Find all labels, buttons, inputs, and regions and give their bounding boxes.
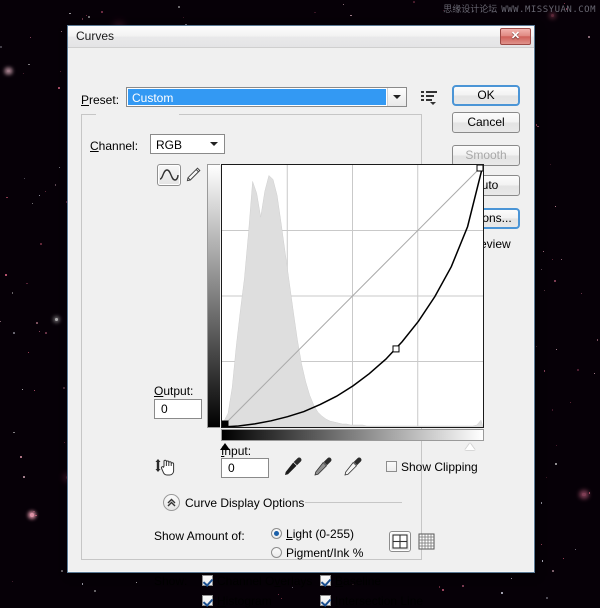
output-input[interactable]: 0	[154, 399, 202, 419]
preset-value: Custom	[128, 89, 386, 105]
checkbox-icon[interactable]	[386, 461, 397, 472]
curves-dialog: Curves ✕ Preset: Custom OK Cancel Smooth…	[67, 25, 535, 608]
black-eyedropper-icon[interactable]	[282, 455, 304, 477]
channel-overlays-label: erlays	[280, 574, 313, 588]
radio-light[interactable]: Light (0-255)	[271, 527, 354, 541]
draw-curve-pencil-icon[interactable]	[184, 166, 202, 184]
checkbox-icon[interactable]	[320, 575, 331, 586]
curve-display-options-label: Curve Display Options	[185, 496, 305, 510]
curve-control-point[interactable]	[221, 420, 229, 428]
curve-display-options-toggle[interactable]	[163, 494, 180, 511]
histogram-label: istogram	[225, 594, 272, 608]
radio-light-label: ight (0-255)	[292, 527, 355, 541]
output-gradient-strip	[207, 164, 220, 428]
checkbox-icon[interactable]	[202, 575, 213, 586]
output-label: Output:	[154, 384, 194, 398]
curve-control-point[interactable]	[476, 164, 484, 172]
curve-plot[interactable]	[221, 164, 484, 428]
smooth-button: Smooth	[452, 145, 520, 166]
chevron-down-icon[interactable]	[206, 135, 222, 153]
section-divider	[305, 502, 402, 503]
baseline-label: aseline	[343, 574, 382, 588]
show-amount-label: Show Amount of:	[154, 529, 245, 543]
input-label: Input:	[221, 444, 252, 458]
show-label: Show:	[154, 574, 188, 588]
intersection-line-checkbox[interactable]: Intersection Line	[320, 594, 423, 608]
baseline-checkbox[interactable]: Baseline	[320, 574, 381, 588]
watermark-cn-text: 思缘设计论坛	[443, 5, 498, 15]
chevron-down-icon[interactable]	[387, 88, 406, 106]
curve-control-point[interactable]	[392, 345, 400, 353]
radio-icon[interactable]	[271, 547, 282, 558]
radio-pigment[interactable]: Pigment/Ink %	[271, 546, 363, 560]
curve-grid[interactable]	[221, 164, 484, 428]
edit-curve-points-icon[interactable]	[157, 164, 181, 186]
input-input[interactable]: 0	[221, 458, 269, 478]
dialog-title: Curves	[76, 29, 115, 43]
grid-quarter-icon[interactable]	[389, 531, 411, 552]
grid-tenth-icon[interactable]	[417, 532, 436, 551]
cancel-button[interactable]: Cancel	[452, 112, 520, 133]
preset-label: Preset:	[81, 93, 120, 107]
gray-eyedropper-icon[interactable]	[312, 455, 334, 477]
show-clipping-checkbox[interactable]: Show Clipping	[386, 460, 478, 474]
dialog-body: Preset: Custom OK Cancel Smooth Auto Opt…	[68, 48, 534, 608]
ok-button[interactable]: OK	[452, 85, 520, 106]
channel-value: RGB	[156, 138, 183, 152]
input-gradient-strip	[221, 429, 484, 441]
radio-icon[interactable]	[271, 528, 282, 539]
radio-pigment-label: ment/Ink %	[303, 546, 364, 560]
white-point-slider[interactable]	[465, 443, 475, 450]
channel-select[interactable]: RGB	[150, 134, 225, 154]
watermark-url-text: WWW.MISSYUAN.COM	[501, 5, 596, 15]
on-image-adjustment-icon[interactable]	[154, 456, 178, 480]
channel-label: Channel:	[90, 139, 139, 153]
preset-select[interactable]: Custom	[126, 87, 407, 107]
channel-overlays-checkbox[interactable]: Channel Overlays	[202, 574, 312, 588]
dialog-titlebar: Curves ✕	[68, 26, 534, 48]
checkbox-icon[interactable]	[202, 595, 213, 606]
white-eyedropper-icon[interactable]	[342, 455, 364, 477]
intersection-line-label: ntersection Line	[338, 594, 424, 608]
checkbox-icon[interactable]	[320, 595, 331, 606]
close-icon[interactable]: ✕	[500, 28, 531, 45]
histogram-checkbox[interactable]: Histogram	[202, 594, 272, 608]
watermark: 思缘设计论坛 WWW.MISSYUAN.COM	[443, 2, 596, 15]
show-clipping-label: Show Clipping	[401, 460, 478, 474]
preset-menu-icon[interactable]	[421, 90, 437, 105]
